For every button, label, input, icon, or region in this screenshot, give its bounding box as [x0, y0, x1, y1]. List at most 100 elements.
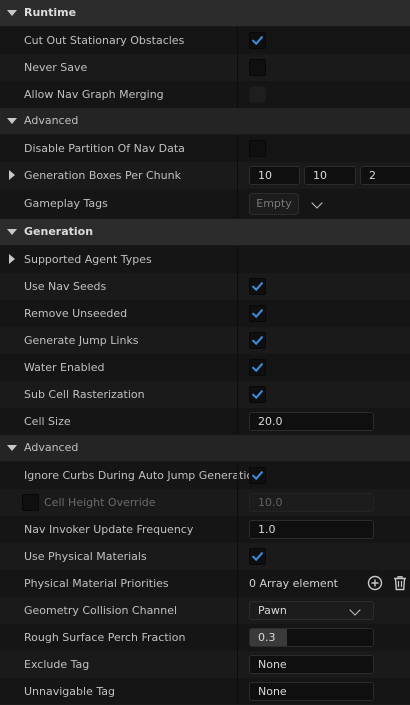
column-divider[interactable] — [237, 162, 238, 189]
property-row-generate-jump-links: Generate Jump Links — [0, 327, 410, 354]
slider-value: 0.3 — [258, 631, 276, 644]
property-row-use-nav-seeds: Use Nav Seeds — [0, 273, 410, 300]
property-row-allow-nav-graph-merging: Allow Nav Graph Merging — [0, 81, 410, 108]
column-divider[interactable] — [237, 354, 238, 381]
property-row-cut-out-stationary-obstacles: Cut Out Stationary Obstacles — [0, 27, 410, 54]
checkmark-icon — [252, 281, 263, 292]
column-divider[interactable] — [237, 597, 238, 624]
cut-out-stationary-obstacles-checkbox[interactable] — [249, 32, 266, 49]
property-label: Disable Partition Of Nav Data — [24, 142, 185, 155]
trash-icon[interactable] — [393, 575, 407, 591]
dropdown-value: Pawn — [258, 604, 287, 617]
expand-caret-icon[interactable] — [7, 118, 17, 124]
property-label: Supported Agent Types — [24, 253, 152, 266]
property-row-sub-cell-rasterization: Sub Cell Rasterization — [0, 381, 410, 408]
column-divider[interactable] — [237, 27, 238, 54]
disable-partition-checkbox[interactable] — [249, 140, 266, 157]
use-nav-seeds-checkbox[interactable] — [249, 278, 266, 295]
property-label: Generate Jump Links — [24, 334, 139, 347]
ignore-curbs-checkbox[interactable] — [249, 467, 266, 484]
section-generation[interactable]: Generation — [0, 219, 410, 245]
property-row-exclude-tag: Exclude Tag None — [0, 651, 410, 678]
remove-unseeded-checkbox[interactable] — [249, 305, 266, 322]
property-row-supported-agent-types: Supported Agent Types — [0, 246, 410, 273]
column-divider[interactable] — [237, 135, 238, 162]
column-divider[interactable] — [237, 408, 238, 435]
property-label: Nav Invoker Update Frequency — [24, 523, 194, 536]
unnavigable-tag-field[interactable]: None — [249, 682, 374, 701]
property-label: Generation Boxes Per Chunk — [24, 169, 181, 182]
property-row-never-save: Never Save — [0, 54, 410, 81]
property-row-disable-partition: Disable Partition Of Nav Data — [0, 135, 410, 162]
property-label: Ignore Curbs During Auto Jump Generation — [24, 469, 261, 482]
checkmark-icon — [252, 35, 263, 46]
gameplay-tags-value[interactable]: Empty — [249, 193, 299, 215]
never-save-checkbox[interactable] — [249, 59, 266, 76]
column-divider[interactable] — [237, 327, 238, 354]
column-divider[interactable] — [237, 381, 238, 408]
property-label: Never Save — [24, 61, 88, 74]
generate-jump-links-checkbox[interactable] — [249, 332, 266, 349]
generation-boxes-x-field[interactable]: 10 — [249, 166, 300, 185]
section-runtime[interactable]: Runtime — [0, 0, 410, 26]
property-row-use-physical-materials: Use Physical Materials — [0, 543, 410, 570]
property-label: Exclude Tag — [24, 658, 90, 671]
property-row-nav-invoker-update-frequency: Nav Invoker Update Frequency 1.0 — [0, 516, 410, 543]
section-title: Runtime — [24, 6, 77, 19]
property-label: Sub Cell Rasterization — [24, 388, 145, 401]
column-divider[interactable] — [237, 273, 238, 300]
cell-size-field[interactable]: 20.0 — [249, 412, 374, 431]
checkmark-icon — [252, 308, 263, 319]
expand-arrow-icon[interactable] — [9, 254, 15, 264]
column-divider[interactable] — [237, 189, 238, 219]
cell-height-override-toggle-checkbox[interactable] — [22, 494, 39, 511]
expand-caret-icon[interactable] — [7, 229, 17, 235]
property-label: Remove Unseeded — [24, 307, 128, 320]
column-divider[interactable] — [237, 54, 238, 81]
property-row-geometry-collision-channel: Geometry Collision Channel Pawn — [0, 597, 410, 624]
column-divider[interactable] — [237, 462, 238, 489]
use-physical-materials-checkbox[interactable] — [249, 548, 266, 565]
rough-surface-perch-fraction-slider[interactable]: 0.3 — [249, 628, 374, 647]
section-generation-advanced[interactable]: Advanced — [0, 435, 410, 461]
nav-invoker-update-frequency-field[interactable]: 1.0 — [249, 520, 374, 539]
column-divider[interactable] — [237, 81, 238, 108]
generation-boxes-z-field[interactable]: 2 — [360, 166, 410, 185]
exclude-tag-field[interactable]: None — [249, 655, 374, 674]
expand-arrow-icon[interactable] — [9, 170, 15, 180]
generation-boxes-y-field[interactable]: 10 — [304, 166, 356, 185]
property-label: Water Enabled — [24, 361, 105, 374]
column-divider[interactable] — [237, 543, 238, 570]
column-divider[interactable] — [237, 246, 238, 273]
column-divider[interactable] — [237, 516, 238, 543]
property-label: Cell Height Override — [44, 496, 156, 509]
cell-height-override-field: 10.0 — [249, 493, 374, 512]
add-element-icon[interactable] — [367, 575, 383, 591]
property-label: Cell Size — [24, 415, 71, 428]
property-label: Allow Nav Graph Merging — [24, 88, 164, 101]
section-title: Advanced — [24, 114, 79, 127]
property-label: Use Nav Seeds — [24, 280, 107, 293]
checkmark-icon — [252, 389, 263, 400]
property-row-cell-height-override: Cell Height Override 10.0 — [0, 489, 410, 516]
property-label: Rough Surface Perch Fraction — [24, 631, 186, 644]
array-count: 0 Array element — [249, 577, 338, 590]
expand-caret-icon[interactable] — [7, 445, 17, 451]
section-runtime-advanced[interactable]: Advanced — [0, 108, 410, 134]
property-row-remove-unseeded: Remove Unseeded — [0, 300, 410, 327]
water-enabled-checkbox[interactable] — [249, 359, 266, 376]
property-row-physical-material-priorities: Physical Material Priorities 0 Array ele… — [0, 570, 410, 597]
column-divider[interactable] — [237, 570, 238, 597]
chevron-down-icon[interactable] — [311, 197, 323, 209]
property-label: Use Physical Materials — [24, 550, 147, 563]
property-row-gameplay-tags: Gameplay Tags Empty — [0, 189, 410, 219]
property-label: Physical Material Priorities — [24, 577, 169, 590]
section-title: Generation — [24, 225, 94, 238]
sub-cell-rasterization-checkbox[interactable] — [249, 386, 266, 403]
column-divider[interactable] — [237, 300, 238, 327]
column-divider[interactable] — [237, 651, 238, 678]
column-divider[interactable] — [237, 678, 238, 704]
column-divider[interactable] — [237, 489, 238, 516]
column-divider[interactable] — [237, 624, 238, 651]
expand-caret-icon[interactable] — [7, 10, 17, 16]
